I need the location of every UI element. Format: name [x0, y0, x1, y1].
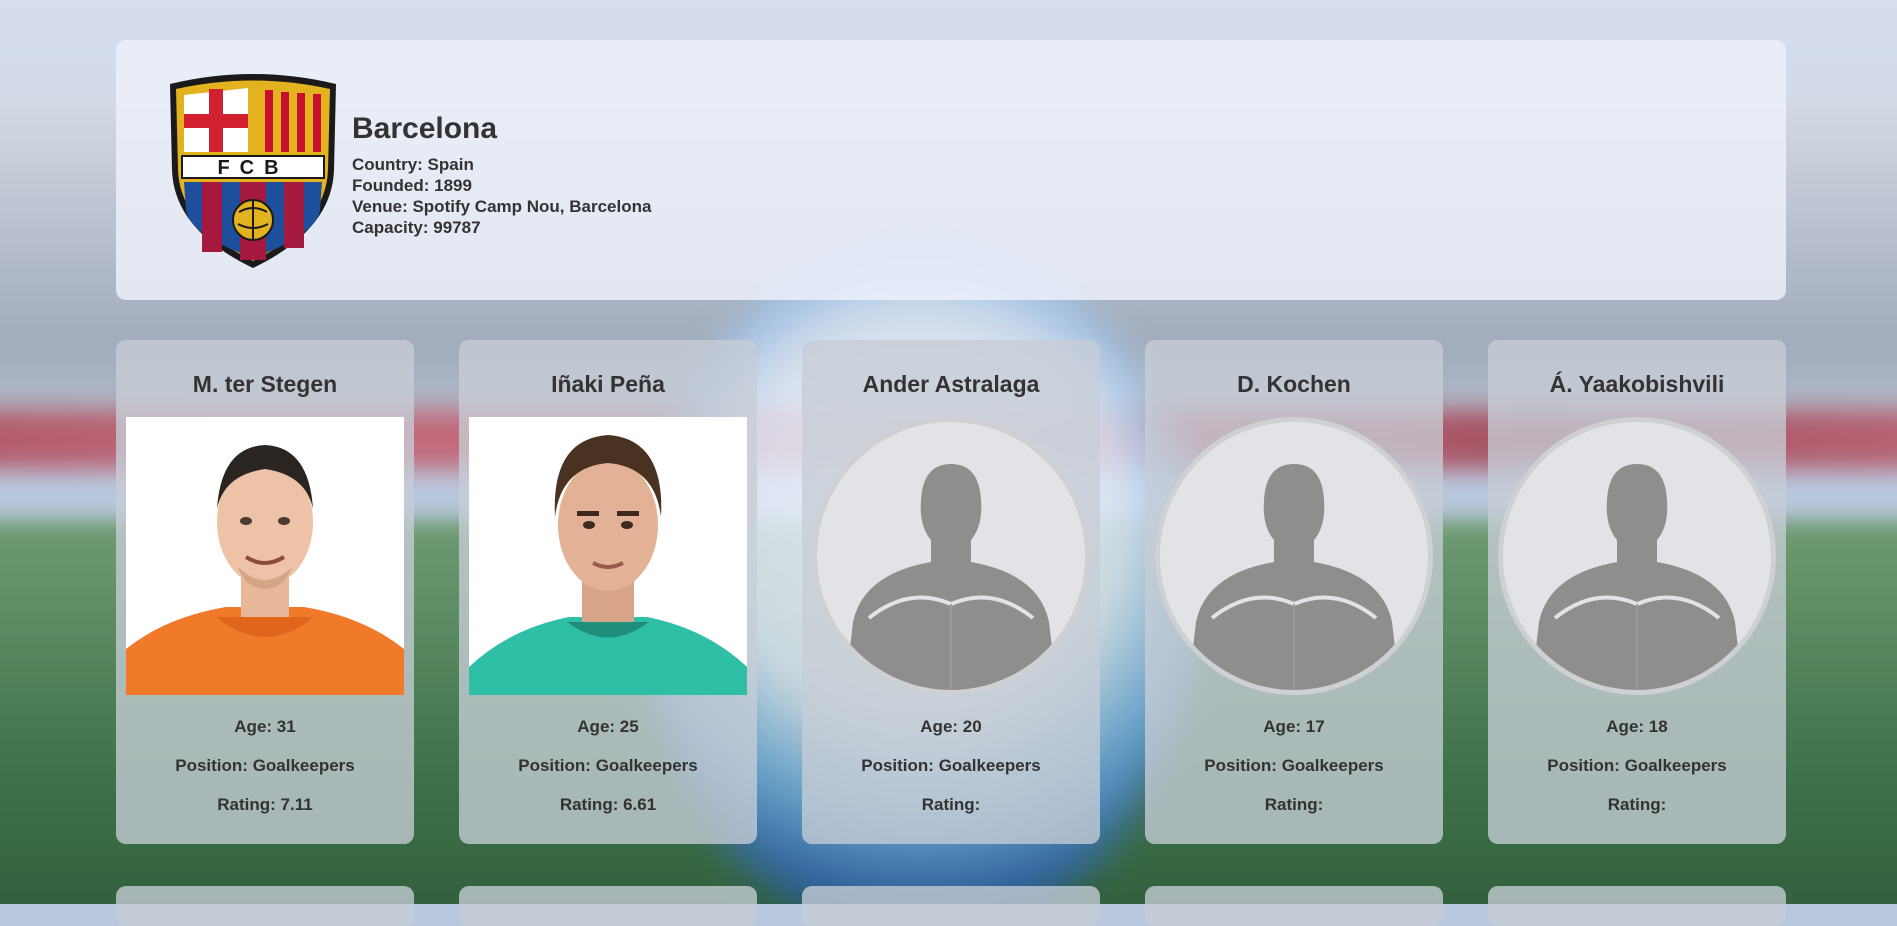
player-rating: Rating: 6.61: [559, 795, 657, 814]
team-founded: Founded: 1899: [352, 176, 472, 195]
player-name: M. ter Stegen: [192, 371, 338, 397]
player-age: Age: 18: [1606, 717, 1668, 736]
player-card[interactable]: [802, 886, 1100, 926]
player-card[interactable]: [1488, 886, 1786, 926]
team-name: Barcelona: [352, 112, 498, 145]
player-age: Age: 25: [577, 717, 639, 736]
team-info: Barcelona Country: Spain Founded: 1899 V…: [352, 70, 651, 238]
placeholder-avatar-icon: [812, 417, 1090, 695]
player-grid-next-row: [116, 886, 1786, 926]
player-card[interactable]: D. Kochen Age: 17 Position: Goalkeepers …: [1145, 340, 1443, 844]
team-header-card: FCB Barcelona Country: Spain Founded: 18…: [116, 40, 1786, 300]
player-age: Age: 31: [234, 717, 296, 736]
player-rating: Rating: 7.11: [217, 795, 313, 814]
crest-text: FCB: [217, 157, 288, 179]
player-age: Age: 20: [920, 717, 982, 736]
placeholder-avatar-icon: [1155, 417, 1433, 695]
player-position: Position: Goalkeepers: [175, 756, 355, 775]
player-grid: M. ter Stegen Age: 31 Position: Goalkeep…: [116, 340, 1786, 844]
player-position: Position: Goalkeepers: [1547, 756, 1727, 775]
player-card[interactable]: Á. Yaakobishvili Age: 18 Position: Goalk…: [1488, 340, 1786, 844]
player-age: Age: 17: [1263, 717, 1325, 736]
placeholder-avatar-icon: [1498, 417, 1776, 695]
player-photo: [469, 417, 747, 695]
player-card[interactable]: Ander Astralaga Age: 20 Position: Goalke…: [802, 340, 1100, 844]
team-country: Country: Spain: [352, 155, 474, 174]
team-crest-logo: FCB: [170, 74, 336, 268]
team-venue: Venue: Spotify Camp Nou, Barcelona: [352, 197, 652, 216]
page-content: FCB Barcelona Country: Spain Founded: 18…: [116, 40, 1786, 926]
player-name: Á. Yaakobishvili: [1549, 371, 1725, 397]
player-card[interactable]: M. ter Stegen Age: 31 Position: Goalkeep…: [116, 340, 414, 844]
team-capacity: Capacity: 99787: [352, 218, 481, 237]
player-name: Iñaki Peña: [551, 371, 665, 397]
player-rating: Rating:: [921, 795, 981, 814]
player-card[interactable]: [116, 886, 414, 926]
player-position: Position: Goalkeepers: [518, 756, 698, 775]
player-name: D. Kochen: [1237, 371, 1351, 397]
player-name: Ander Astralaga: [862, 371, 1040, 397]
player-card[interactable]: Iñaki Peña Age: 25 Position: Goalkeepers…: [459, 340, 757, 844]
player-position: Position: Goalkeepers: [861, 756, 1041, 775]
player-photo: [126, 417, 404, 695]
player-rating: Rating:: [1264, 795, 1324, 814]
player-card[interactable]: [1145, 886, 1443, 926]
player-position: Position: Goalkeepers: [1204, 756, 1384, 775]
player-card[interactable]: [459, 886, 757, 926]
player-rating: Rating:: [1607, 795, 1667, 814]
